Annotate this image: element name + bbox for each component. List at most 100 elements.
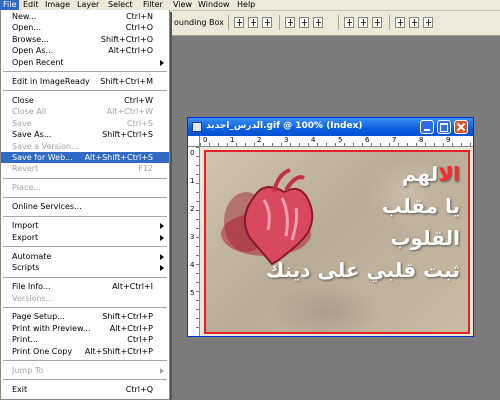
menu-file[interactable]: File: [0, 0, 20, 10]
menu-item-close-all: Close All Alt+Ctrl+W: [1, 106, 169, 117]
menu-window[interactable]: Window: [195, 0, 233, 10]
menu-layer[interactable]: Layer: [74, 0, 102, 10]
bounding-box-label[interactable]: ounding Box: [174, 18, 224, 27]
distribute-right-icon[interactable]: [423, 17, 433, 28]
menu-item-label: Place...: [12, 183, 41, 193]
menu-item-open-recent[interactable]: Open Recent: [1, 57, 169, 68]
menu-item-shortcut: Ctrl+S: [126, 118, 153, 128]
document-titlebar[interactable]: الدرس_اجديد.gif @ 100% (Index): [188, 118, 473, 136]
align-right-icon[interactable]: [313, 17, 323, 28]
distribute-hcenter-icon[interactable]: [409, 17, 419, 28]
menu-item-save: Save Ctrl+S: [1, 118, 169, 129]
menu-item-print[interactable]: Print... Ctrl+P: [1, 334, 169, 345]
menu-item-label: Save As...: [12, 130, 52, 140]
menu-item-shortcut: Alt+Ctrl+I: [112, 282, 153, 292]
menu-item-online-services[interactable]: Online Services...: [1, 201, 169, 212]
menu-item-label: Page Setup...: [12, 312, 65, 322]
distribute-vcenter-icon[interactable]: [358, 17, 368, 28]
arabic-text-white-part: لهم: [401, 162, 439, 186]
distribute-top-icon[interactable]: [344, 17, 354, 28]
menu-separator: [3, 90, 167, 92]
arabic-text-red-part: الا: [438, 162, 460, 186]
options-divider: [338, 15, 339, 30]
menu-item-label: Revert: [12, 164, 39, 174]
vertical-ruler[interactable]: 0 1 2 3 4 5: [188, 147, 200, 336]
ruler-number: 0: [190, 149, 195, 157]
menu-item-edit-in-imageready[interactable]: Edit in ImageReady Shift+Ctrl+M: [1, 76, 169, 87]
menu-item-revert: Revert F12: [1, 163, 169, 174]
ruler-number: 2: [257, 136, 262, 144]
align-top-icon[interactable]: [234, 17, 244, 28]
distribute-left-icon[interactable]: [395, 17, 405, 28]
menu-item-label: Automate: [12, 251, 52, 261]
menu-item-open[interactable]: Open... Ctrl+O: [1, 22, 169, 33]
menu-item-shortcut: Shift+Ctrl+M: [100, 76, 153, 86]
menu-item-save-as[interactable]: Save As... Shift+Ctrl+S: [1, 129, 169, 140]
menu-separator: [3, 306, 167, 308]
menu-item-import[interactable]: Import: [1, 220, 169, 231]
menu-item-automate[interactable]: Automate: [1, 251, 169, 262]
menu-item-print-with-preview[interactable]: Print with Preview... Alt+Ctrl+P: [1, 323, 169, 334]
menu-item-label: Save for Web...: [12, 152, 73, 162]
menu-separator: [3, 71, 167, 73]
arabic-text-line3: القلوب: [390, 226, 460, 250]
menu-item-jump-to: Jump To: [1, 365, 169, 376]
submenu-arrow-icon: [160, 234, 164, 241]
menu-item-label: Save a Version...: [12, 141, 79, 151]
menu-item-close[interactable]: Close Ctrl+W: [1, 95, 169, 106]
minimize-button[interactable]: [420, 120, 434, 134]
menu-select[interactable]: Select: [105, 0, 136, 10]
menu-image[interactable]: Image: [42, 0, 73, 10]
menu-item-shortcut: Ctrl+Q: [125, 384, 153, 394]
horizontal-ruler[interactable]: 0 1 2 3 4 5 6 7 8 9: [200, 136, 473, 147]
ruler-number: 1: [190, 177, 195, 185]
menu-item-page-setup[interactable]: Page Setup... Shift+Ctrl+P: [1, 311, 169, 322]
menu-item-export[interactable]: Export: [1, 232, 169, 243]
image-canvas[interactable]: الالهم يا مقلب القلوب ثبت قلبي على دينك: [204, 150, 470, 334]
menu-edit[interactable]: Edit: [20, 0, 42, 10]
options-divider: [228, 15, 229, 30]
menu-item-save-for-web[interactable]: Save for Web... Alt+Shift+Ctrl+S: [1, 151, 169, 163]
maximize-button[interactable]: [437, 120, 451, 134]
options-divider: [279, 15, 280, 30]
ruler-number: 2: [190, 205, 195, 213]
menu-item-scripts[interactable]: Scripts: [1, 262, 169, 273]
menu-item-label: Edit in ImageReady: [12, 76, 90, 86]
menu-item-label: Exit: [12, 384, 28, 394]
ruler-number: 8: [419, 136, 424, 144]
menu-filter[interactable]: Filter: [140, 0, 166, 10]
menu-item-label: Jump To: [12, 365, 44, 375]
menu-item-save-a-version: Save a Version...: [1, 141, 169, 152]
menu-item-label: Print with Preview...: [12, 323, 91, 333]
menu-item-label: Save: [12, 118, 32, 128]
menu-item-new[interactable]: New... Ctrl+N: [1, 11, 169, 22]
distribute-bottom-icon[interactable]: [372, 17, 382, 28]
ruler-number: 0: [203, 136, 208, 144]
ruler-number: 4: [190, 261, 195, 269]
ruler-number: 5: [338, 136, 343, 144]
arabic-text-line4: ثبت قلبي على دينك: [265, 258, 460, 282]
menu-item-shortcut: Shift+Ctrl+O: [100, 34, 153, 44]
submenu-arrow-icon: [160, 367, 164, 374]
menu-item-label: Open Recent: [12, 57, 64, 67]
menu-item-print-one-copy[interactable]: Print One Copy Alt+Shift+Ctrl+P: [1, 346, 169, 357]
menu-item-shortcut: Shift+Ctrl+S: [102, 130, 153, 140]
menu-item-file-info[interactable]: File Info... Alt+Ctrl+I: [1, 281, 169, 292]
align-vcenter-icon[interactable]: [248, 17, 258, 28]
menu-item-shortcut: Ctrl+P: [127, 335, 153, 345]
menu-item-shortcut: Ctrl+W: [124, 95, 153, 105]
document-window: الدرس_اجديد.gif @ 100% (Index) 0 1 2 3 4…: [187, 117, 474, 337]
options-divider: [389, 15, 390, 30]
align-left-icon[interactable]: [285, 17, 295, 28]
menu-item-exit[interactable]: Exit Ctrl+Q: [1, 384, 169, 395]
align-hcenter-icon[interactable]: [299, 17, 309, 28]
menu-item-browse[interactable]: Browse... Shift+Ctrl+O: [1, 34, 169, 45]
close-button[interactable]: [454, 120, 468, 134]
file-menu-dropdown: New... Ctrl+N Open... Ctrl+O Browse... Shift+…: [0, 10, 170, 400]
menu-item-open-as[interactable]: Open As... Alt+Ctrl+O: [1, 45, 169, 56]
menu-help[interactable]: Help: [234, 0, 258, 10]
menu-view[interactable]: View: [170, 0, 195, 10]
ruler-origin[interactable]: [188, 136, 200, 147]
menu-item-shortcut: Ctrl+N: [126, 12, 153, 21]
align-bottom-icon[interactable]: [262, 17, 272, 28]
